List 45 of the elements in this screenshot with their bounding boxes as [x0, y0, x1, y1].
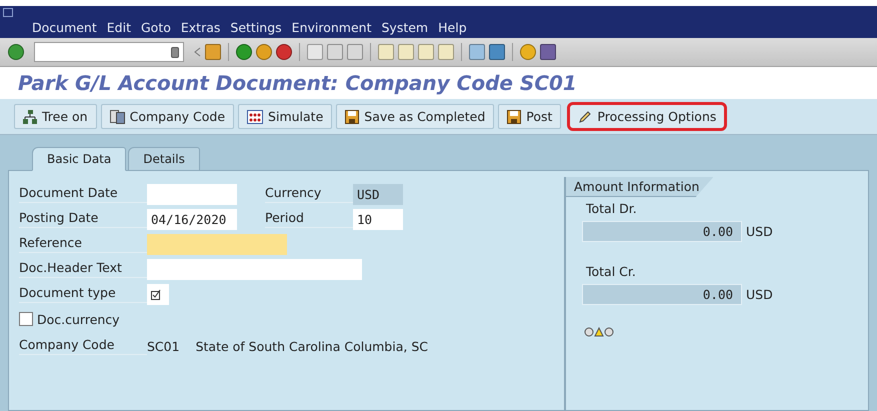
- checkbox-label: Doc.currency: [37, 312, 120, 326]
- toolbar-button[interactable]: Save as Completed: [336, 104, 494, 129]
- command-field[interactable]: [34, 42, 184, 62]
- input-field[interactable]: USD: [353, 184, 403, 204]
- input-field[interactable]: 10: [353, 208, 403, 230]
- toolbar-button[interactable]: Processing Options: [567, 102, 728, 131]
- status-lights-icon: [584, 327, 614, 337]
- toolbar-button[interactable]: Simulate: [238, 104, 332, 129]
- screen-title: Park G/L Account Document: Company Code SC01: [17, 70, 578, 97]
- tab[interactable]: Details: [128, 147, 200, 171]
- toolbar-button[interactable]: Tree on: [14, 104, 97, 129]
- menu-item[interactable]: Settings: [226, 20, 286, 35]
- input-field[interactable]: [147, 258, 362, 280]
- collapse-icon[interactable]: [194, 47, 201, 57]
- toolbar-button[interactable]: Company Code: [100, 104, 234, 129]
- toolbar-button[interactable]: Post: [498, 104, 562, 129]
- group-title: Amount Information: [566, 177, 714, 197]
- amount-field: 0.00: [582, 284, 742, 304]
- field-label: Total Cr.: [586, 264, 637, 279]
- company-name: State of South Carolina Columbia, SC: [196, 338, 428, 354]
- input-field[interactable]: [147, 284, 169, 304]
- menu-item[interactable]: Help: [434, 20, 471, 35]
- amount-field: 0.00: [582, 220, 742, 242]
- field-label: Company Code: [19, 337, 147, 355]
- company-code: SC01: [147, 338, 180, 354]
- menu-item[interactable]: System: [378, 20, 432, 35]
- checkbox[interactable]: [19, 312, 33, 326]
- window-menu-icon[interactable]: [3, 8, 13, 17]
- grid-icon: [247, 110, 264, 124]
- pencil-icon: [578, 110, 592, 124]
- menu-item[interactable]: Goto: [136, 20, 175, 35]
- menu-item[interactable]: Edit: [102, 20, 135, 35]
- currency-label: USD: [746, 224, 773, 238]
- tree-icon: [23, 110, 37, 124]
- tab[interactable]: Basic Data: [32, 147, 126, 171]
- field-label: Total Dr.: [586, 201, 638, 216]
- value-help-icon[interactable]: [151, 288, 162, 300]
- menu-item[interactable]: Environment: [288, 20, 376, 35]
- document-icon: [110, 110, 125, 124]
- currency-label: USD: [746, 286, 773, 302]
- input-field[interactable]: [147, 234, 287, 254]
- date-field[interactable]: [147, 184, 237, 204]
- date-field[interactable]: 04/16/2020: [147, 208, 237, 230]
- menu-item[interactable]: Extras: [176, 20, 224, 35]
- menu-item[interactable]: Document: [28, 20, 101, 35]
